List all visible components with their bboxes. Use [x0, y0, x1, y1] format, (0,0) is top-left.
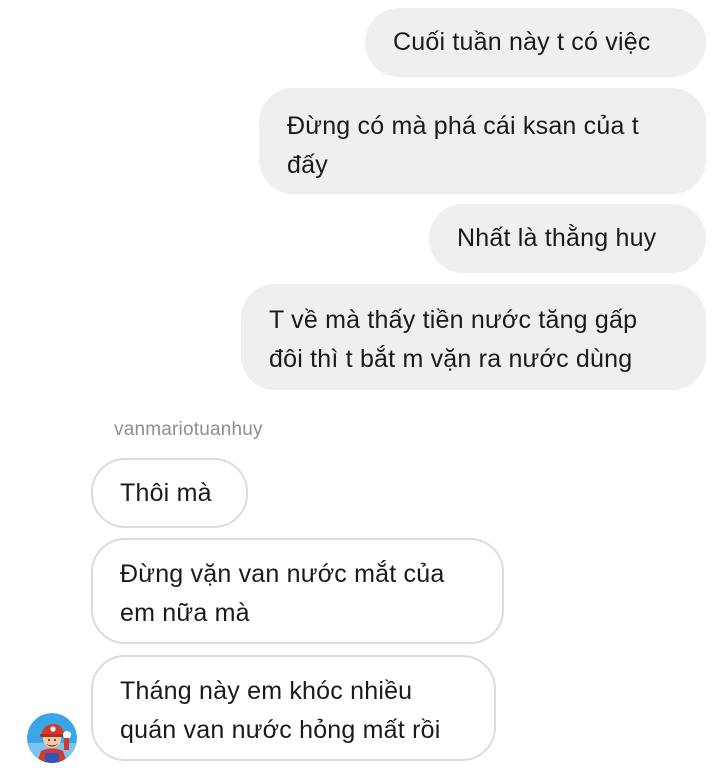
message-text-line: em nữa mà	[120, 599, 250, 627]
mario-avatar-icon[interactable]	[27, 713, 77, 763]
incoming-message[interactable]: Thôi mà	[91, 458, 248, 528]
outgoing-message[interactable]: Cuối tuần này t có việc	[365, 8, 706, 77]
message-text-line: đôi thì t bắt m vặn ra nước dùng	[269, 345, 633, 373]
message-text-line: T về mà thấy tiền nước tăng gấp	[269, 306, 638, 334]
outgoing-message[interactable]: T về mà thấy tiền nước tăng gấp đôi thì …	[241, 284, 706, 390]
outgoing-message[interactable]: Đừng có mà phá cái ksan của t đấy	[259, 88, 706, 194]
incoming-message[interactable]: Tháng này em khóc nhiều quán van nước hỏ…	[91, 655, 496, 761]
message-text-line: Nhất là thằng huy	[457, 224, 657, 252]
message-text-line: Đừng vặn van nước mắt của	[120, 560, 445, 588]
incoming-message[interactable]: Đừng vặn van nước mắt của em nữa mà	[91, 538, 504, 644]
message-text-line: đấy	[287, 151, 328, 179]
outgoing-message[interactable]: Nhất là thằng huy	[429, 204, 706, 273]
message-text-line: Cuối tuần này t có việc	[393, 28, 651, 56]
sender-username: vanmariotuanhuy	[114, 419, 263, 440]
message-text-line: Thôi mà	[120, 479, 212, 507]
avatar-image	[27, 713, 77, 763]
message-thread: Cuối tuần này t có việc Đừng có mà phá c…	[0, 0, 720, 770]
message-text-line: Đừng có mà phá cái ksan của t	[287, 112, 639, 140]
message-text-line: Tháng này em khóc nhiều	[120, 677, 413, 705]
message-text-line: quán van nước hỏng mất rồi	[120, 716, 441, 744]
